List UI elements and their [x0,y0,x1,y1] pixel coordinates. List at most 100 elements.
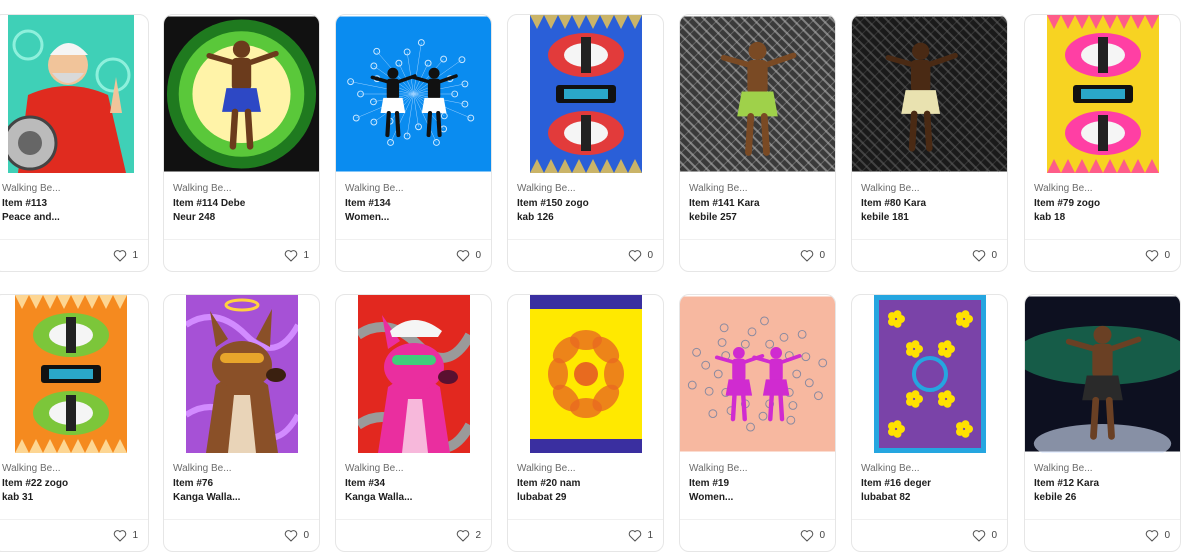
nft-image[interactable] [508,15,663,173]
collection-name[interactable]: Walking Be... [1034,183,1093,194]
item-title[interactable]: Item #141 Kara kebile 257 [689,197,829,225]
collection-name[interactable]: Walking Be... [517,463,576,474]
item-title[interactable]: Item #20 nam lubabat 29 [517,477,657,505]
nft-card[interactable]: Walking Be... Item #22 zogo kab 31 1 [0,294,149,552]
card-divider [852,239,1007,240]
like-button[interactable]: 0 [628,249,653,262]
item-title-line1: Item #79 zogo [1034,198,1101,209]
heart-icon [457,250,470,262]
item-title-line2: lubabat 29 [517,492,567,503]
nft-card[interactable]: Walking Be... Item #12 Kara kebile 26 0 [1024,294,1181,552]
item-title[interactable]: Item #76 Kanga Walla... [173,477,313,505]
like-button[interactable]: 0 [1145,529,1170,542]
nft-image[interactable] [336,15,491,173]
card-divider [336,239,491,240]
item-title[interactable]: Item #22 zogo kab 31 [2,477,142,505]
item-title-line2: kab 18 [1034,212,1066,223]
like-count: 1 [647,530,653,541]
nft-image[interactable] [508,295,663,453]
item-title-line2: kab 31 [2,492,34,503]
like-count: 0 [991,530,997,541]
collection-name[interactable]: Walking Be... [1034,463,1093,474]
collection-name[interactable]: Walking Be... [2,463,61,474]
item-title-line1: Item #76 [173,478,214,489]
item-title[interactable]: Item #134 Women... [345,197,485,225]
like-button[interactable]: 1 [113,249,138,262]
like-button[interactable]: 0 [972,529,997,542]
collection-name[interactable]: Walking Be... [689,463,748,474]
nft-card[interactable]: Walking Be... Item #16 deger lubabat 82 … [851,294,1008,552]
nft-image[interactable] [164,295,319,453]
collection-name[interactable]: Walking Be... [2,183,61,194]
like-button[interactable]: 0 [800,529,825,542]
collection-name[interactable]: Walking Be... [861,463,920,474]
nft-image[interactable] [680,295,835,453]
nft-card[interactable]: Walking Be... Item #19 Women... 0 [679,294,836,552]
like-button[interactable]: 0 [800,249,825,262]
nft-card[interactable]: Walking Be... Item #76 Kanga Walla... 0 [163,294,320,552]
collection-name[interactable]: Walking Be... [689,183,748,194]
item-title-line1: Item #12 Kara [1034,478,1100,489]
nft-image[interactable] [1025,15,1180,173]
like-count: 0 [819,530,825,541]
collection-name[interactable]: Walking Be... [173,463,232,474]
like-button[interactable]: 0 [284,529,309,542]
nft-card[interactable]: Walking Be... Item #134 Women... 0 [335,14,492,272]
nft-image[interactable] [164,15,319,173]
nft-image[interactable] [0,15,148,173]
nft-image[interactable] [336,295,491,453]
item-title-line2: kebile 181 [861,212,909,223]
card-divider [0,519,148,520]
item-title-line1: Item #19 [689,478,730,489]
item-title[interactable]: Item #79 zogo kab 18 [1034,197,1174,225]
nft-image[interactable] [852,295,1007,453]
like-button[interactable]: 1 [628,529,653,542]
collection-name[interactable]: Walking Be... [173,183,232,194]
item-title-line1: Item #80 Kara [861,198,927,209]
item-title-line1: Item #150 zogo [517,198,589,209]
nft-card[interactable]: Walking Be... Item #150 zogo kab 126 0 [507,14,664,272]
heart-icon [1146,250,1159,262]
like-button[interactable]: 0 [456,249,481,262]
nft-card[interactable]: Walking Be... Item #114 Debe Neur 248 1 [163,14,320,272]
item-title[interactable]: Item #114 Debe Neur 248 [173,197,313,225]
nft-card[interactable]: Walking Be... Item #20 nam lubabat 29 1 [507,294,664,552]
collection-name[interactable]: Walking Be... [517,183,576,194]
card-divider [680,239,835,240]
like-button[interactable]: 0 [1145,249,1170,262]
card-divider [164,519,319,520]
card-divider [680,519,835,520]
like-button[interactable]: 2 [456,529,481,542]
nft-image[interactable] [0,295,148,453]
item-title[interactable]: Item #150 zogo kab 126 [517,197,657,225]
like-button[interactable]: 1 [284,249,309,262]
nft-image[interactable] [680,15,835,173]
like-button[interactable]: 1 [113,529,138,542]
item-title-line2: lubabat 82 [861,492,911,503]
item-title-line2: kebile 26 [1034,492,1077,503]
item-title[interactable]: Item #19 Women... [689,477,829,505]
item-title[interactable]: Item #80 Kara kebile 181 [861,197,1001,225]
nft-card[interactable]: Walking Be... Item #113 Peace and... 1 [0,14,149,272]
item-title-line2: Neur 248 [173,212,216,223]
card-divider [1025,239,1180,240]
collection-name[interactable]: Walking Be... [345,183,404,194]
card-divider [852,519,1007,520]
item-title[interactable]: Item #34 Kanga Walla... [345,477,485,505]
item-title[interactable]: Item #113 Peace and... [2,197,142,225]
card-divider [164,239,319,240]
nft-card[interactable]: Walking Be... Item #141 Kara kebile 257 … [679,14,836,272]
like-button[interactable]: 0 [972,249,997,262]
collection-name[interactable]: Walking Be... [861,183,920,194]
nft-card[interactable]: Walking Be... Item #80 Kara kebile 181 0 [851,14,1008,272]
nft-image[interactable] [1025,295,1180,453]
nft-card[interactable]: Walking Be... Item #79 zogo kab 18 0 [1024,14,1181,272]
heart-icon [973,250,986,262]
collection-name[interactable]: Walking Be... [345,463,404,474]
nft-image[interactable] [852,15,1007,173]
nft-card[interactable]: Walking Be... Item #34 Kanga Walla... 2 [335,294,492,552]
item-title[interactable]: Item #16 deger lubabat 82 [861,477,1001,505]
item-title[interactable]: Item #12 Kara kebile 26 [1034,477,1174,505]
heart-icon [114,530,127,542]
item-title-line1: Item #134 [345,198,391,209]
